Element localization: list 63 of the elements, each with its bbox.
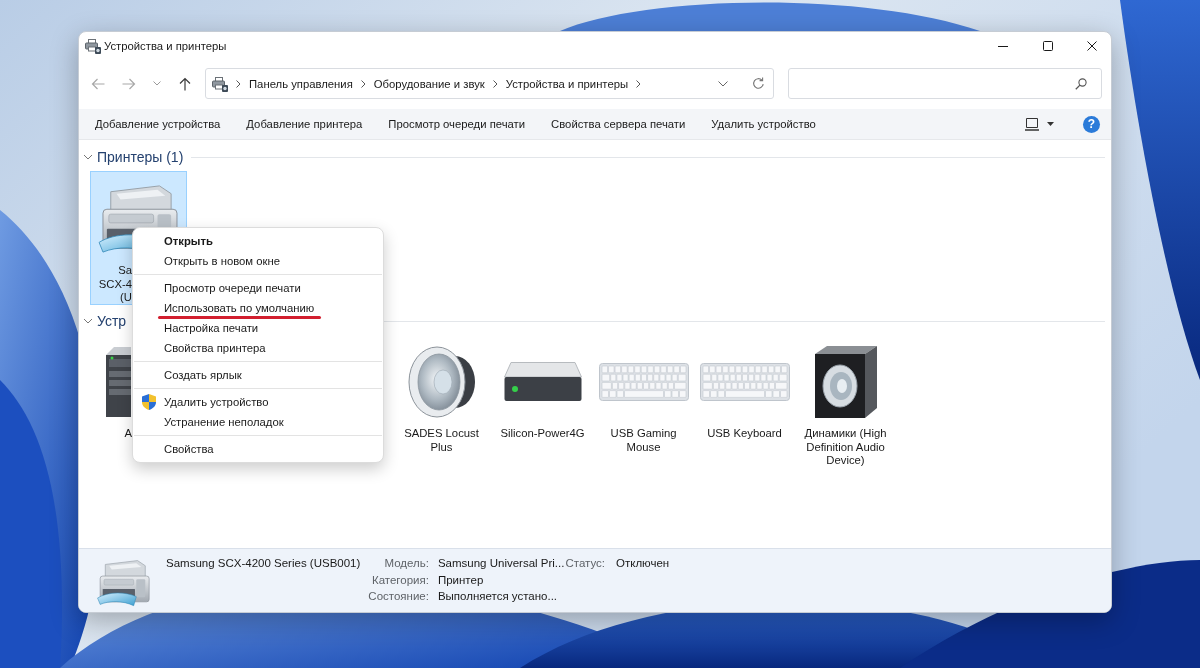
menu-item[interactable]: Открыть xyxy=(133,231,383,251)
property-label: Состояние: xyxy=(368,589,429,604)
address-bar[interactable]: Панель управления Оборудование и звук Устройства и принтеры xyxy=(205,68,774,99)
group-header[interactable]: Устр xyxy=(83,312,127,330)
keyboard-icon xyxy=(699,363,790,401)
device-tile[interactable]: Silicon-Power4G xyxy=(494,334,591,472)
arrow-left-icon xyxy=(91,76,105,91)
computer-tower-icon xyxy=(106,347,131,417)
device-name: Samsung SCX-4200 Series (USB001) xyxy=(166,556,361,571)
device-tile[interactable]: USB Keyboard xyxy=(696,334,793,472)
window-title: Устройства и принтеры xyxy=(104,40,227,52)
device-tile[interactable]: SADES Locust Plus xyxy=(393,334,490,472)
printer-icon xyxy=(96,558,152,607)
menu-item[interactable]: Свойства принтера xyxy=(133,338,383,358)
close-icon xyxy=(1086,41,1097,51)
menu-item[interactable]: Удалить устройство xyxy=(133,392,383,412)
breadcrumb[interactable]: Оборудование и звук xyxy=(373,77,485,90)
speaker-box-icon xyxy=(812,344,879,420)
chevron-right-icon[interactable] xyxy=(490,79,499,88)
printer-icon xyxy=(85,38,101,54)
toolbar-button[interactable]: Просмотр очереди печати xyxy=(375,109,539,139)
breadcrumb[interactable]: Устройства и принтеры xyxy=(505,77,629,90)
toolbar-button[interactable]: Свойства сервера печати xyxy=(538,109,699,139)
drive-icon xyxy=(502,361,583,403)
toolbar-button[interactable]: Удалить устройство xyxy=(698,109,829,139)
maximize-icon xyxy=(1042,41,1053,51)
group-header[interactable]: Принтеры (1) xyxy=(83,148,184,166)
search-icon xyxy=(1075,77,1087,90)
search-field[interactable] xyxy=(788,68,1102,99)
chevron-down-icon xyxy=(718,80,728,87)
pane-icon xyxy=(1025,117,1039,131)
device-tile[interactable]: Динамики (High Definition Audio Device) xyxy=(797,334,894,472)
property-label: Модель: xyxy=(383,556,429,571)
property-value: Принтер xyxy=(437,572,485,588)
property-label: Категория: xyxy=(370,572,429,588)
shield-icon xyxy=(142,394,156,410)
menu-item[interactable]: Свойства xyxy=(133,439,383,459)
chevron-down-icon xyxy=(153,81,161,86)
help-button[interactable]: ? xyxy=(1083,115,1100,133)
chevron-right-icon[interactable] xyxy=(234,79,242,88)
refresh-icon xyxy=(751,77,765,90)
property-value: Выполняется устано... xyxy=(437,589,559,604)
arrow-up-icon xyxy=(178,76,192,91)
keyboard-icon xyxy=(598,363,689,401)
chevron-right-icon[interactable] xyxy=(634,79,643,88)
breadcrumb[interactable]: Панель управления xyxy=(249,77,353,90)
menu-item[interactable]: Устранение неполадок xyxy=(133,412,383,432)
property-value: Отключен xyxy=(616,556,670,571)
menu-item[interactable]: Просмотр очереди печати xyxy=(133,278,383,298)
menu-item[interactable]: Создать ярлык xyxy=(133,365,383,385)
speaker-icon xyxy=(406,345,477,419)
chevron-right-icon[interactable] xyxy=(358,79,367,88)
arrow-right-icon xyxy=(122,76,136,91)
caret-icon xyxy=(1047,122,1054,126)
toolbar-button[interactable]: Добавление устройства xyxy=(82,109,234,139)
device-tile[interactable]: USB Gaming Mouse xyxy=(595,334,692,472)
printer-icon xyxy=(212,75,228,92)
menu-item[interactable]: Настройка печати xyxy=(133,318,383,338)
menu-item[interactable]: Открыть в новом окне xyxy=(133,251,383,271)
property-label: Статус: xyxy=(565,556,605,571)
toolbar-button[interactable]: Добавление принтера xyxy=(233,109,376,139)
menu-item[interactable]: Использовать по умолчанию xyxy=(133,298,383,318)
property-value: Samsung Universal Pri... xyxy=(437,556,565,571)
